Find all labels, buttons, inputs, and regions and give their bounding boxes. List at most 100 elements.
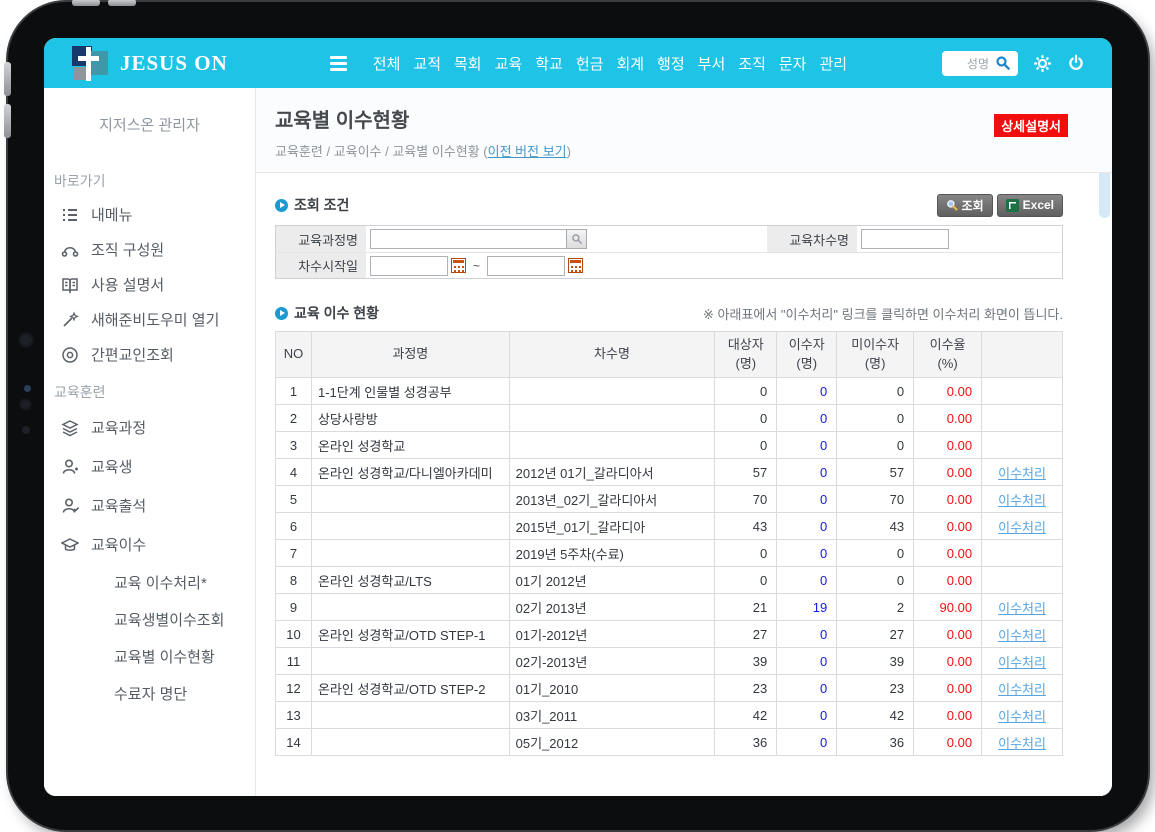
course-name-input[interactable] — [370, 229, 566, 249]
nav-item-헌금[interactable]: 헌금 — [576, 53, 604, 74]
nav-item-문자[interactable]: 문자 — [779, 53, 807, 74]
nav-item-관리[interactable]: 관리 — [819, 53, 847, 74]
sidebar-section-title: 교육훈련 — [44, 372, 255, 408]
completion-rate: 90.00 — [914, 594, 982, 621]
sidebar-item-교육생[interactable]: 교육생 — [44, 447, 255, 486]
process-completion-link[interactable]: 이수처리 — [998, 628, 1046, 643]
previous-version-link[interactable]: 이전 버전 보기 — [488, 144, 567, 159]
nav-item-회계[interactable]: 회계 — [616, 53, 644, 74]
not-completed-count: 27 — [837, 621, 914, 648]
sidebar-item-내메뉴[interactable]: 내메뉴 — [44, 197, 255, 232]
sidebar-subitem-교육별 이수현황[interactable]: 교육별 이수현황 — [44, 638, 255, 675]
detail-manual-button[interactable]: 상세설명서 — [994, 114, 1068, 137]
completed-count: 0 — [777, 405, 837, 432]
sidebar-subitem-교육 이수처리*[interactable]: 교육 이수처리* — [44, 564, 255, 601]
search-icon[interactable] — [993, 53, 1013, 73]
side-button[interactable] — [4, 62, 11, 96]
calendar-icon[interactable] — [568, 258, 583, 273]
process-completion-link[interactable]: 이수처리 — [998, 709, 1046, 724]
table-row: 2상당사랑방0000.00 — [276, 405, 1063, 432]
hamburger-menu-icon[interactable] — [330, 56, 347, 71]
session-name — [509, 405, 715, 432]
process-completion-link[interactable]: 이수처리 — [998, 520, 1046, 535]
row-number: 12 — [276, 675, 312, 702]
sidebar-item-label: 교육이수 — [91, 534, 146, 555]
process-completion-link[interactable]: 이수처리 — [998, 736, 1046, 751]
power-icon[interactable] — [1066, 53, 1086, 73]
row-number: 14 — [276, 729, 312, 756]
sidebar-item-교육출석[interactable]: 교육출석 — [44, 486, 255, 525]
search-button[interactable]: 조회 — [937, 194, 993, 217]
target-count: 0 — [715, 567, 777, 594]
process-link-cell — [982, 405, 1063, 432]
course-name: 온라인 성경학교/OTD STEP-1 — [311, 621, 509, 648]
table-help-note: ※ 아래표에서 "이수처리" 링크를 클릭하면 이수처리 화면이 뜹니다. — [703, 304, 1063, 323]
not-completed-count: 70 — [837, 486, 914, 513]
front-camera — [19, 398, 32, 411]
process-link-cell: 이수처리 — [982, 702, 1063, 729]
sidebar-item-새해준비도우미 열기[interactable]: 새해준비도우미 열기 — [44, 302, 255, 337]
nav-item-부서[interactable]: 부서 — [698, 53, 726, 74]
sidebar-subitem-교육생별이수조회[interactable]: 교육생별이수조회 — [44, 601, 255, 638]
volume-down-button[interactable] — [108, 0, 136, 6]
side-button[interactable] — [4, 104, 11, 138]
session-name-input[interactable] — [861, 229, 949, 249]
table-row: 8온라인 성경학교/LTS01기 2012년0000.00 — [276, 567, 1063, 594]
course-name: 상당사랑방 — [311, 405, 509, 432]
table-row: 72019년 5주차(수료)0000.00 — [276, 540, 1063, 567]
nav-item-교육[interactable]: 교육 — [495, 53, 523, 74]
excel-button[interactable]: Excel — [997, 194, 1063, 217]
sidebar-item-사용 설명서[interactable]: 사용 설명서 — [44, 267, 255, 302]
nav-item-교적[interactable]: 교적 — [413, 53, 441, 74]
completion-rate: 0.00 — [914, 378, 982, 405]
process-completion-link[interactable]: 이수처리 — [998, 466, 1046, 481]
not-completed-count: 42 — [837, 702, 914, 729]
course-name: 온라인 성경학교/LTS — [311, 567, 509, 594]
row-number: 10 — [276, 621, 312, 648]
row-number: 3 — [276, 432, 312, 459]
sidebar-item-교육과정[interactable]: 교육과정 — [44, 408, 255, 447]
app-logo[interactable]: JESUS ON — [70, 43, 228, 83]
course-name — [311, 513, 509, 540]
column-header: NO — [276, 332, 312, 378]
not-completed-count: 43 — [837, 513, 914, 540]
sidebar-item-간편교인조회[interactable]: 간편교인조회 — [44, 337, 255, 372]
row-number: 4 — [276, 459, 312, 486]
process-completion-link[interactable]: 이수처리 — [998, 493, 1046, 508]
table-row: 4온라인 성경학교/다니엘아카데미2012년 01기_갈라디아서570570.0… — [276, 459, 1063, 486]
nav-item-조직[interactable]: 조직 — [738, 53, 766, 74]
sidebar-item-조직 구성원[interactable]: 조직 구성원 — [44, 232, 255, 267]
not-completed-count: 0 — [837, 567, 914, 594]
process-completion-link[interactable]: 이수처리 — [998, 655, 1046, 670]
nav-item-학교[interactable]: 학교 — [535, 53, 563, 74]
volume-up-button[interactable] — [72, 0, 100, 6]
nav-item-전체[interactable]: 전체 — [373, 53, 401, 74]
gear-icon[interactable] — [1032, 53, 1052, 73]
target-count: 0 — [715, 405, 777, 432]
start-date-to-input[interactable] — [487, 256, 565, 276]
session-name: 2015년_01기_갈라디아 — [509, 513, 715, 540]
table-row: 12온라인 성경학교/OTD STEP-201기_2010230230.00이수… — [276, 675, 1063, 702]
start-date-from-input[interactable] — [370, 256, 448, 276]
eye-icon — [61, 346, 79, 364]
sidebar-item-교육이수[interactable]: 교육이수 — [44, 525, 255, 564]
calendar-icon[interactable] — [451, 258, 466, 273]
course-name: 온라인 성경학교 — [311, 432, 509, 459]
row-number: 6 — [276, 513, 312, 540]
sidebar-subitem-수료자 명단[interactable]: 수료자 명단 — [44, 675, 255, 712]
nav-item-행정[interactable]: 행정 — [657, 53, 685, 74]
name-search-box[interactable]: 성명 — [942, 51, 1018, 76]
process-completion-link[interactable]: 이수처리 — [998, 601, 1046, 616]
course-search-icon[interactable] — [566, 229, 587, 249]
process-completion-link[interactable]: 이수처리 — [998, 682, 1046, 697]
table-row: 11-1단계 인물별 성경공부0000.00 — [276, 378, 1063, 405]
course-name — [311, 729, 509, 756]
session-name-label: 교육차수명 — [767, 226, 857, 252]
top-app-bar: JESUS ON 전체 교적 목회 교육 학교 헌금 회계 행정 부서 조직 문자 관리 성명 — [44, 38, 1112, 88]
column-header: 대상자(명) — [715, 332, 777, 378]
table-row: 52013년_02기_갈라디아서700700.00이수처리 — [276, 486, 1063, 513]
nav-item-목회[interactable]: 목회 — [454, 53, 482, 74]
course-name — [311, 594, 509, 621]
process-link-cell — [982, 432, 1063, 459]
search-form: 교육과정명 교육차수명 — [275, 225, 1063, 279]
